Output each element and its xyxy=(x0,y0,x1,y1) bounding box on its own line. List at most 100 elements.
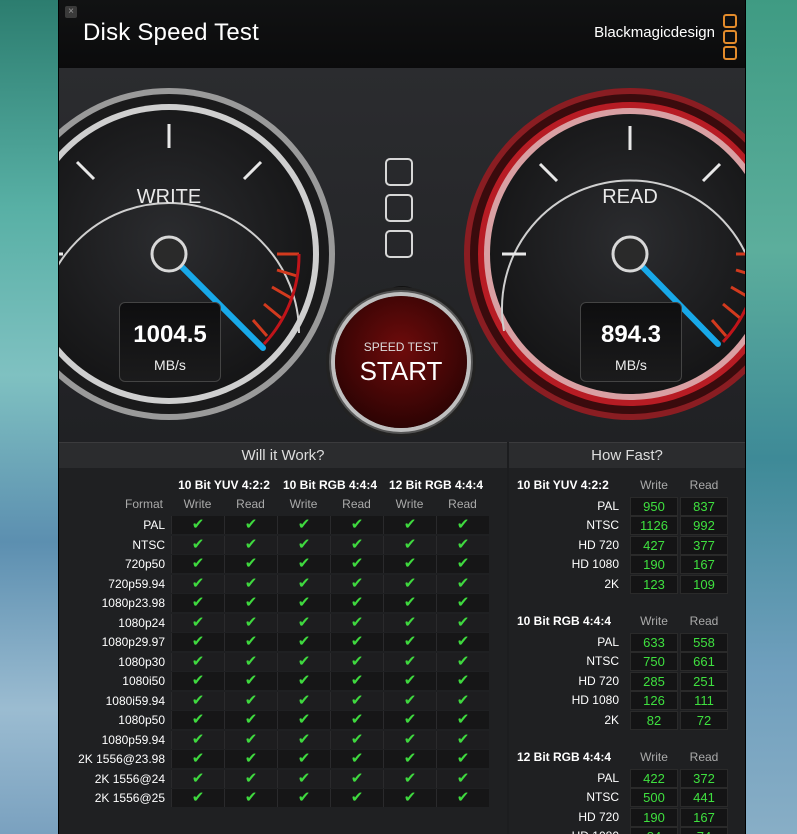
format-label: 1080i59.94 xyxy=(105,693,165,708)
check-icon: ✔ xyxy=(277,633,330,651)
read-fps-value: 74 xyxy=(680,827,728,834)
check-icon: ✔ xyxy=(277,730,330,749)
check-icon: ✔ xyxy=(277,594,330,612)
write-gauge: WRITE 1004.5 MB/s xyxy=(59,86,337,422)
read-column-header: Read xyxy=(689,750,719,764)
check-icon: ✔ xyxy=(277,711,330,729)
check-icon: ✔ xyxy=(224,750,277,768)
check-icon: ✔ xyxy=(436,633,489,651)
check-icon: ✔ xyxy=(436,555,489,573)
check-icon: ✔ xyxy=(330,594,383,612)
check-icon: ✔ xyxy=(383,555,436,573)
how-fast-group-title: 10 Bit RGB 4:4:4 xyxy=(517,614,612,628)
check-icon: ✔ xyxy=(277,535,330,554)
how-fast-row-label: PAL xyxy=(597,499,619,513)
check-icon: ✔ xyxy=(277,555,330,573)
check-icon: ✔ xyxy=(436,613,489,632)
check-icon: ✔ xyxy=(224,613,277,632)
check-icon: ✔ xyxy=(330,555,383,573)
check-icon: ✔ xyxy=(330,672,383,690)
write-fps-value: 190 xyxy=(630,807,678,827)
check-icon: ✔ xyxy=(436,574,489,593)
write-gauge-label: WRITE xyxy=(136,186,202,208)
format-label: 1080i50 xyxy=(122,674,165,688)
read-fps-value: 109 xyxy=(680,574,728,594)
how-fast-group-title: 10 Bit YUV 4:2:2 xyxy=(517,478,609,492)
read-fps-value: 377 xyxy=(680,535,728,555)
check-icon: ✔ xyxy=(171,613,224,632)
check-icon: ✔ xyxy=(383,652,436,671)
check-icon: ✔ xyxy=(171,672,224,690)
start-button[interactable]: SPEED TEST START xyxy=(335,296,467,428)
read-speed-unit: MB/s xyxy=(615,357,647,373)
how-fast-header: How Fast? xyxy=(509,442,745,470)
check-icon: ✔ xyxy=(224,730,277,749)
gauge-panel: WRITE 1004.5 MB/s SPEED TEST START READ … xyxy=(59,68,745,442)
format-label: 2K 1556@25 xyxy=(94,791,165,805)
check-icon: ✔ xyxy=(436,789,489,807)
write-fps-value: 500 xyxy=(630,788,678,808)
how-fast-row-label: 2K xyxy=(604,576,619,591)
read-fps-value: 111 xyxy=(680,691,728,711)
format-label: NTSC xyxy=(132,537,165,552)
will-it-work-table: 10 Bit YUV 4:2:2 10 Bit RGB 4:4:4 12 Bit… xyxy=(59,468,507,834)
write-fps-value: 285 xyxy=(630,671,678,691)
check-icon: ✔ xyxy=(383,672,436,690)
check-icon: ✔ xyxy=(383,730,436,749)
write-fps-value: 82 xyxy=(630,710,678,730)
check-icon: ✔ xyxy=(277,769,330,788)
write-fps-value: 950 xyxy=(630,497,678,516)
format-label: 1080p23.98 xyxy=(101,596,165,610)
check-icon: ✔ xyxy=(383,613,436,632)
check-icon: ✔ xyxy=(330,574,383,593)
close-icon[interactable]: × xyxy=(65,6,77,18)
write-column-header: Write xyxy=(640,614,668,628)
check-icon: ✔ xyxy=(277,652,330,671)
check-icon: ✔ xyxy=(224,691,277,710)
read-fps-value: 441 xyxy=(680,788,728,808)
write-fps-value: 422 xyxy=(630,769,678,788)
title-bar: × Disk Speed Test Blackmagicdesign xyxy=(59,0,745,69)
read-readout: 894.3 MB/s xyxy=(580,302,682,382)
group-title: 12 Bit RGB 4:4:4 xyxy=(388,478,484,492)
check-icon: ✔ xyxy=(330,633,383,651)
column-header: Write xyxy=(289,497,318,511)
check-icon: ✔ xyxy=(224,633,277,651)
write-fps-value: 84 xyxy=(630,827,678,834)
app-window: × Disk Speed Test Blackmagicdesign WRITE… xyxy=(58,0,746,834)
write-speed-value: 1004.5 xyxy=(133,321,207,348)
start-button-small-label: SPEED TEST xyxy=(363,340,439,354)
check-icon: ✔ xyxy=(436,516,489,534)
check-icon: ✔ xyxy=(277,613,330,632)
how-fast-row-label: PAL xyxy=(597,635,619,649)
format-label: 1080p29.97 xyxy=(101,635,165,649)
read-gauge-label: READ xyxy=(602,186,658,208)
write-fps-value: 126 xyxy=(630,691,678,711)
check-icon: ✔ xyxy=(436,594,489,612)
column-header: Write xyxy=(395,497,424,511)
desktop-background-right xyxy=(737,0,797,834)
format-label: 1080p30 xyxy=(118,654,165,669)
format-label: 2K 1556@24 xyxy=(94,771,165,786)
write-fps-value: 1126 xyxy=(630,516,678,536)
stream-mode-icon[interactable] xyxy=(385,158,415,266)
check-icon: ✔ xyxy=(171,574,224,593)
write-fps-value: 633 xyxy=(630,633,678,652)
column-header: Read xyxy=(342,497,371,511)
write-column-header: Write xyxy=(640,478,668,492)
check-icon: ✔ xyxy=(330,730,383,749)
check-icon: ✔ xyxy=(224,711,277,729)
how-fast-row-label: NTSC xyxy=(586,654,619,669)
how-fast-row-label: NTSC xyxy=(586,518,619,533)
check-icon: ✔ xyxy=(224,789,277,807)
check-icon: ✔ xyxy=(383,691,436,710)
check-icon: ✔ xyxy=(224,769,277,788)
read-fps-value: 661 xyxy=(680,652,728,672)
format-label: 1080p24 xyxy=(118,615,165,630)
check-icon: ✔ xyxy=(383,574,436,593)
write-fps-value: 427 xyxy=(630,535,678,555)
read-gauge: READ 894.3 MB/s xyxy=(462,86,745,422)
check-icon: ✔ xyxy=(171,633,224,651)
check-icon: ✔ xyxy=(171,691,224,710)
start-button-label: START xyxy=(359,356,443,386)
